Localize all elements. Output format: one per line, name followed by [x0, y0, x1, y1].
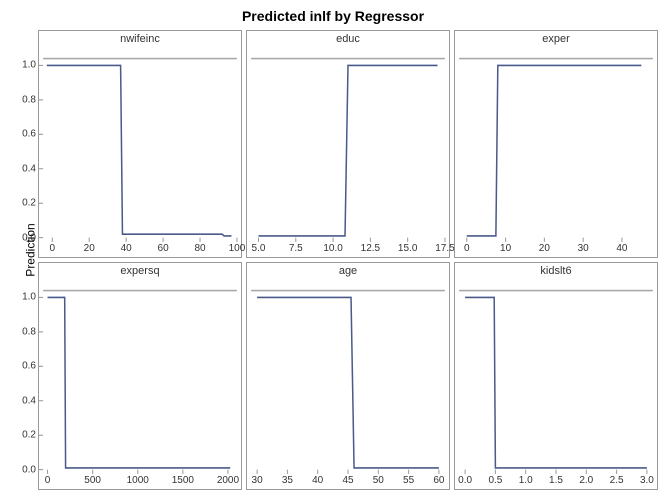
x-tick-label: 20 [84, 243, 95, 254]
x-tick-label: 0 [45, 475, 51, 486]
data-line [47, 65, 232, 235]
x-tick-label: 1.5 [549, 475, 563, 486]
y-tick-label: 0.4 [22, 395, 39, 406]
x-tick-label: 10.0 [323, 243, 342, 254]
plot-area: nwifeinc0204060801000.00.20.40.60.81.0ed… [38, 30, 658, 490]
x-tick-label: 0.0 [458, 475, 472, 486]
panel-grid: nwifeinc0204060801000.00.20.40.60.81.0ed… [38, 30, 658, 490]
panel-title: age [339, 265, 357, 277]
data-line [257, 297, 439, 467]
panel-educ: educ5.07.510.012.515.017.5 [246, 30, 450, 258]
y-tick-label: 0.8 [22, 326, 39, 337]
panel-svg [455, 31, 657, 257]
y-tick-label: 0.6 [22, 361, 39, 372]
x-tick-label: 20 [539, 243, 550, 254]
x-tick-label: 2.5 [610, 475, 624, 486]
x-tick-label: 2000 [217, 475, 239, 486]
x-tick-label: 35 [282, 475, 293, 486]
x-tick-label: 2.0 [579, 475, 593, 486]
panel-svg [247, 263, 449, 489]
x-tick-label: 30 [252, 475, 263, 486]
data-line [467, 65, 642, 235]
y-tick-label: 0.4 [22, 163, 39, 174]
x-tick-label: 40 [616, 243, 627, 254]
x-tick-label: 30 [578, 243, 589, 254]
data-line [465, 297, 647, 467]
x-tick-label: 1.0 [519, 475, 533, 486]
x-tick-label: 3.0 [640, 475, 654, 486]
panel-expersq: expersq05001000150020000.00.20.40.60.81.… [38, 262, 242, 490]
y-tick-label: 0.2 [22, 198, 39, 209]
x-tick-label: 60 [158, 243, 169, 254]
x-tick-label: 10 [500, 243, 511, 254]
panel-exper: exper 0 10 20 30 40 [454, 30, 658, 258]
panel-svg [39, 31, 241, 257]
panel-svg [247, 31, 449, 257]
panel-title: nwifeinc [120, 33, 160, 45]
x-tick-label: 7.5 [289, 243, 303, 254]
panel-title: kidslt6 [540, 265, 571, 277]
data-line [48, 297, 231, 467]
x-tick-label: 50 [373, 475, 384, 486]
data-line [258, 65, 437, 235]
panel-svg [39, 263, 241, 489]
y-tick-label: 1.0 [22, 60, 39, 71]
x-tick-label: 1000 [127, 475, 149, 486]
chart-title: Predicted inlf by Regressor [0, 0, 666, 28]
x-tick-label: 0.5 [488, 475, 502, 486]
x-tick-label: 12.5 [361, 243, 380, 254]
x-tick-label: 0 [49, 243, 55, 254]
x-tick-label: 17.5 [435, 243, 454, 254]
x-tick-label: 0 [464, 243, 470, 254]
y-tick-label: 0.8 [22, 94, 39, 105]
x-tick-label: 40 [121, 243, 132, 254]
panel-svg [455, 263, 657, 489]
x-tick-label: 55 [403, 475, 414, 486]
panel-nwifeinc: nwifeinc0204060801000.00.20.40.60.81.0 [38, 30, 242, 258]
x-tick-label: 60 [433, 475, 444, 486]
x-tick-label: 1500 [172, 475, 194, 486]
x-tick-label: 80 [194, 243, 205, 254]
chart-container: Predicted inlf by Regressor Prediction n… [0, 0, 666, 500]
panel-title: expersq [120, 265, 159, 277]
y-tick-label: 1.0 [22, 292, 39, 303]
x-tick-label: 500 [84, 475, 101, 486]
panel-age: age 30 35 40 45 50 55 60 [246, 262, 450, 490]
x-tick-label: 15.0 [398, 243, 417, 254]
panel-kidslt6: kidslt6 0.0 0.5 1.0 1.5 2.0 2.5 3.0 [454, 262, 658, 490]
y-tick-label: 0.0 [22, 232, 39, 243]
x-tick-label: 40 [312, 475, 323, 486]
x-tick-label: 5.0 [252, 243, 266, 254]
y-tick-label: 0.6 [22, 129, 39, 140]
y-tick-label: 0.0 [22, 464, 39, 475]
x-tick-label: 100 [229, 243, 246, 254]
y-tick-label: 0.2 [22, 430, 39, 441]
panel-title: educ [336, 33, 360, 45]
panel-title: exper [542, 33, 570, 45]
x-tick-label: 45 [342, 475, 353, 486]
